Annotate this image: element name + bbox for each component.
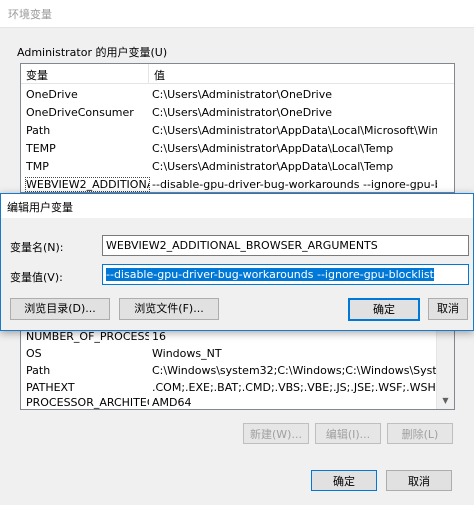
window-titlebar: 环境变量 <box>0 0 474 28</box>
variable-name: TMP <box>26 160 49 173</box>
list-item[interactable]: OneDrive C:\Users\Administrator\OneDrive <box>21 86 454 104</box>
variable-value: AMD64 <box>152 396 192 409</box>
variable-name: PROCESSOR_ARCHITECT... <box>26 396 149 409</box>
list-item[interactable]: PROCESSOR_ARCHITECT... AMD64 <box>21 394 454 409</box>
list-header: 变量 值 <box>21 64 454 84</box>
variable-name: OneDriveConsumer <box>26 106 134 119</box>
ok-button[interactable]: 确定 <box>311 470 377 491</box>
variable-name: OS <box>26 347 42 360</box>
scroll-down-arrow-icon[interactable]: ▼ <box>437 392 454 409</box>
edit-system-variable-button[interactable]: 编辑(I)... <box>315 423 381 444</box>
browse-directory-button[interactable]: 浏览目录(D)... <box>10 298 110 320</box>
variable-value: C:\Users\Administrator\AppData\Local\Tem… <box>152 142 394 155</box>
variable-value-field[interactable]: --disable-gpu-driver-bug-workarounds --i… <box>102 264 469 285</box>
list-item[interactable]: TEMP C:\Users\Administrator\AppData\Loca… <box>21 140 454 158</box>
variable-name: TEMP <box>26 142 56 155</box>
variable-value: C:\Users\Administrator\OneDrive <box>152 106 333 119</box>
variable-value: C:\Users\Administrator\AppData\Local\Mic… <box>152 124 437 137</box>
list-item[interactable]: OS Windows_NT <box>21 345 454 363</box>
cancel-button[interactable]: 取消 <box>386 470 452 491</box>
browse-file-button[interactable]: 浏览文件(F)... <box>119 298 219 320</box>
variable-name: PATHEXT <box>26 381 75 394</box>
variable-value-label: 变量值(V): <box>10 271 63 284</box>
variable-name-label: 变量名(N): <box>10 241 64 254</box>
list-item[interactable]: OneDriveConsumer C:\Users\Administrator\… <box>21 104 454 122</box>
new-system-variable-button[interactable]: 新建(W)... <box>243 423 309 444</box>
variable-value: 16 <box>152 330 166 343</box>
edit-user-variable-dialog: 编辑用户变量 变量名(N): WEBVIEW2_ADDITIONAL_BROWS… <box>0 193 474 331</box>
variable-name: NUMBER_OF_PROCESSORS <box>26 330 149 343</box>
variable-value: C:\Windows\system32;C:\Windows;C:\Window… <box>152 364 437 377</box>
user-variables-group-label: Administrator 的用户变量(U) <box>17 46 168 59</box>
user-variables-list[interactable]: 变量 值 OneDrive C:\Users\Administrator\One… <box>20 63 455 193</box>
variable-name: OneDrive <box>26 88 78 101</box>
variable-name: Path <box>26 364 51 377</box>
variable-value: C:\Users\Administrator\AppData\Local\Tem… <box>152 160 394 173</box>
delete-system-variable-button[interactable]: 删除(L) <box>387 423 453 444</box>
variable-value: --disable-gpu-driver-bug-workarounds --i… <box>152 178 437 191</box>
dialog-cancel-button[interactable]: 取消 <box>428 298 468 320</box>
column-header-variable[interactable]: 变量 <box>26 67 48 83</box>
variable-name: WEBVIEW2_ADDITIONAL_... <box>25 177 150 192</box>
list-item[interactable]: TMP C:\Users\Administrator\AppData\Local… <box>21 158 454 176</box>
variable-value: Windows_NT <box>152 347 222 360</box>
list-item-selected[interactable]: WEBVIEW2_ADDITIONAL_... --disable-gpu-dr… <box>21 176 454 192</box>
list-item[interactable]: Path C:\Windows\system32;C:\Windows;C:\W… <box>21 362 454 380</box>
variable-name: Path <box>26 124 51 137</box>
column-header-value[interactable]: 值 <box>154 67 165 83</box>
dialog-title: 编辑用户变量 <box>7 201 73 214</box>
dialog-titlebar: 编辑用户变量 <box>1 194 473 218</box>
window-title: 环境变量 <box>8 8 52 21</box>
selected-value-text: --disable-gpu-driver-bug-workarounds --i… <box>106 268 434 281</box>
dialog-ok-button[interactable]: 确定 <box>348 298 420 321</box>
variable-value: .COM;.EXE;.BAT;.CMD;.VBS;.VBE;.JS;.JSE;.… <box>152 381 437 394</box>
variable-value: C:\Users\Administrator\OneDrive <box>152 88 333 101</box>
list-item[interactable]: Path C:\Users\Administrator\AppData\Loca… <box>21 122 454 140</box>
variable-name-field[interactable]: WEBVIEW2_ADDITIONAL_BROWSER_ARGUMENTS <box>102 235 469 256</box>
